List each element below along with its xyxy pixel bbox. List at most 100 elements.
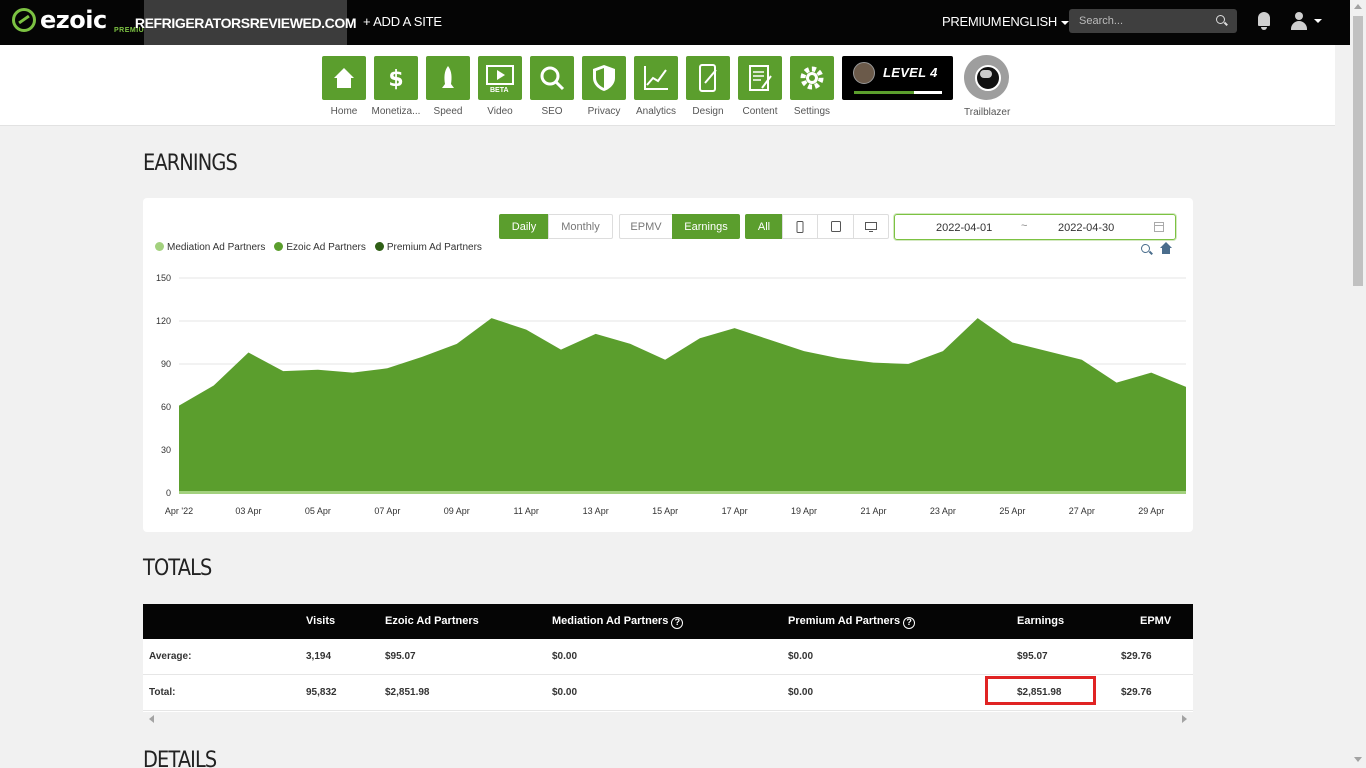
nav-label: Content: [742, 106, 778, 117]
nav-analytics[interactable]: Analytics: [634, 56, 678, 117]
y-tick-label: 120: [156, 316, 171, 326]
level-progress-bar: [854, 91, 942, 94]
area-series-ezoic-ad-partners: [179, 318, 1186, 493]
level-badge[interactable]: LEVEL 4: [842, 56, 953, 100]
add-site-link[interactable]: + ADD A SITE: [363, 14, 442, 29]
search-input[interactable]: [1069, 9, 1237, 33]
y-tick-label: 150: [156, 273, 171, 283]
cell-visits: 95,832: [306, 687, 337, 698]
cell-premium: $0.00: [788, 687, 814, 698]
col-epmv[interactable]: EPMV: [1140, 615, 1171, 627]
logo-text: ezoic: [40, 6, 107, 34]
nav-design[interactable]: Design: [686, 56, 730, 117]
level-avatar: [853, 62, 875, 84]
svg-text:$: $: [388, 67, 403, 92]
y-tick-label: 60: [161, 402, 171, 412]
dollar-icon: $: [374, 56, 418, 100]
main-nav: Home $ Monetiza... Speed BETA Video SEO …: [0, 45, 1335, 126]
nav-label: Speed: [433, 106, 463, 117]
earnings-chart: 0 30 60 90 120 150 Apr '22 03 Apr 05 Apr 07 Apr 09…: [156, 273, 1186, 516]
x-tick-label: 21 Apr: [860, 506, 886, 516]
nav-label: Privacy: [587, 106, 621, 117]
cell-epmv: $29.76: [1121, 687, 1152, 698]
user-menu[interactable]: [1290, 12, 1322, 32]
x-tick-label: 19 Apr: [791, 506, 817, 516]
x-tick-label: Apr '22: [165, 506, 193, 516]
astronaut-icon: [964, 55, 1009, 100]
x-tick-label: 15 Apr: [652, 506, 678, 516]
language-dropdown[interactable]: ENGLISH: [1002, 14, 1069, 29]
horizontal-scrollbar[interactable]: [143, 712, 1193, 726]
help-icon[interactable]: ?: [671, 617, 684, 629]
cell-epmv: $29.76: [1121, 651, 1152, 662]
nav-settings[interactable]: Settings: [790, 56, 834, 117]
col-earnings[interactable]: Earnings: [1017, 615, 1064, 627]
nav-label: Home: [330, 106, 358, 117]
cell-earnings: $95.07: [1017, 651, 1048, 662]
x-tick-label: 25 Apr: [999, 506, 1025, 516]
y-tick-label: 30: [161, 445, 171, 455]
nav-label: Monetiza...: [371, 106, 421, 117]
shield-icon: [582, 56, 626, 100]
line-chart-icon: [634, 56, 678, 100]
col-premium-ad-partners[interactable]: Premium Ad Partners?: [788, 615, 916, 629]
level-text: LEVEL 4: [883, 65, 938, 80]
site-selector[interactable]: REFRIGERATORSREVIEWED.COM: [135, 0, 357, 45]
gear-icon: [790, 56, 834, 100]
x-tick-label: 17 Apr: [722, 506, 748, 516]
highlight-box: [985, 676, 1096, 705]
col-mediation-ad-partners[interactable]: Mediation Ad Partners?: [552, 615, 684, 629]
nav-privacy[interactable]: Privacy: [582, 56, 626, 117]
scroll-up-arrow[interactable]: [1354, 4, 1362, 9]
nav-video[interactable]: BETA Video: [478, 56, 522, 117]
home-icon: [322, 56, 366, 100]
caret-down-icon: [1060, 20, 1069, 25]
col-label: Premium Ad Partners: [788, 615, 901, 627]
language-label: ENGLISH: [1002, 14, 1057, 29]
y-tick-label: 0: [166, 488, 171, 498]
row-label: Total:: [149, 687, 176, 698]
vertical-scrollbar[interactable]: [1350, 0, 1366, 768]
document-edit-icon: [738, 56, 782, 100]
bell-icon[interactable]: [1256, 12, 1272, 30]
nav-label: Analytics: [635, 106, 676, 117]
ezoic-logo-icon: [12, 8, 36, 32]
help-icon[interactable]: ?: [903, 617, 916, 629]
rocket-icon: [426, 56, 470, 100]
col-ezoic-ad-partners[interactable]: Ezoic Ad Partners: [385, 615, 479, 627]
scroll-left-arrow[interactable]: [149, 715, 154, 723]
cell-visits: 3,194: [306, 651, 332, 662]
user-icon-body: [1291, 21, 1307, 30]
totals-heading: TOTALS: [143, 556, 212, 581]
nav-label: Settings: [793, 106, 831, 117]
cell-mediation: $0.00: [552, 651, 578, 662]
x-tick-label: 27 Apr: [1069, 506, 1095, 516]
trailblazer-badge[interactable]: Trailblazer: [964, 55, 1010, 118]
scroll-right-arrow[interactable]: [1182, 715, 1187, 723]
scroll-down-arrow[interactable]: [1354, 757, 1362, 762]
premium-link[interactable]: PREMIUM: [942, 14, 1002, 29]
x-tick-label: 29 Apr: [1138, 506, 1164, 516]
col-label: Mediation Ad Partners: [552, 615, 669, 627]
nav-monetization[interactable]: $ Monetiza...: [372, 56, 420, 117]
scroll-thumb[interactable]: [1353, 16, 1363, 286]
search-icon[interactable]: [1216, 15, 1225, 24]
nav-speed[interactable]: Speed: [426, 56, 470, 117]
magnifier-icon: [530, 56, 574, 100]
nav-home[interactable]: Home: [322, 56, 366, 117]
table-row: Average: 3,194 $95.07 $0.00 $0.00 $95.07…: [143, 639, 1193, 675]
details-heading: DETAILS: [143, 748, 217, 768]
y-tick-label: 90: [161, 359, 171, 369]
x-tick-label: 23 Apr: [930, 506, 956, 516]
top-bar: ezoic PREMIUM REFRIGERATORSREVIEWED.COM …: [0, 0, 1350, 45]
cell-ezoic: $2,851.98: [385, 687, 430, 698]
level-progress-fill: [854, 91, 914, 94]
video-icon: BETA: [478, 56, 522, 100]
ezoic-logo[interactable]: ezoic: [12, 6, 107, 34]
nav-content[interactable]: Content: [738, 56, 782, 117]
nav-label: Video: [487, 106, 513, 117]
col-visits[interactable]: Visits: [306, 615, 335, 627]
x-tick-label: 09 Apr: [444, 506, 470, 516]
nav-seo[interactable]: SEO: [530, 56, 574, 117]
trailblazer-label: Trailblazer: [964, 107, 1011, 118]
